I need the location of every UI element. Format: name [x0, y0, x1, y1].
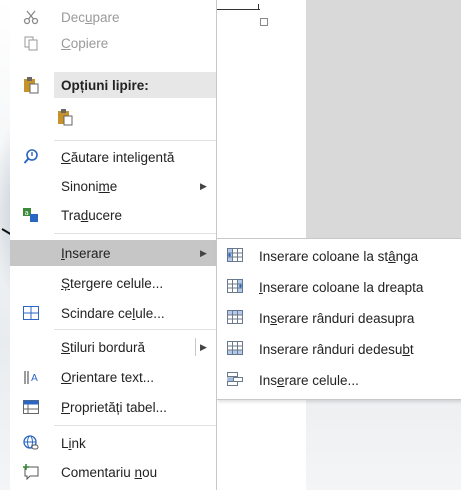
- split-button-divider: [195, 338, 196, 356]
- menu-item-smart-lookup[interactable]: Căutare inteligentă: [10, 144, 216, 170]
- scissors-icon: [22, 8, 40, 26]
- menu-item-link[interactable]: Link: [10, 430, 216, 456]
- menu-separator: [54, 233, 216, 234]
- translate-icon: a: [22, 206, 40, 224]
- insert-columns-left-icon: [227, 247, 245, 265]
- chevron-right-icon: ▶: [200, 247, 207, 258]
- insert-rows-below-icon: [227, 340, 245, 358]
- menu-item-table-properties[interactable]: Proprietăți tabel...: [10, 394, 216, 420]
- table-properties-icon: [22, 398, 40, 416]
- menu-item-label: Traducere: [61, 207, 123, 223]
- submenu-item-label: Inserare rânduri dedesubt: [259, 341, 414, 357]
- menu-separator: [54, 140, 216, 141]
- menu-item-label: Căutare inteligentă: [61, 149, 175, 165]
- menu-item-copy[interactable]: Copiere: [10, 30, 216, 56]
- insert-submenu: Inserare coloane la stânga Inserare colo…: [216, 238, 461, 400]
- menu-item-split-cells[interactable]: Scindare celule...: [10, 300, 216, 326]
- submenu-item-insert-columns-right[interactable]: Inserare coloane la dreapta: [217, 272, 461, 302]
- svg-text:A: A: [31, 373, 38, 384]
- menu-item-label: Sinonime: [61, 178, 118, 194]
- menu-item-delete-cells[interactable]: Ștergere celule...: [10, 270, 216, 296]
- menu-item-label: Ștergere celule...: [61, 275, 164, 291]
- table-border-line: [214, 9, 260, 10]
- menu-item-label: Copiere: [61, 35, 109, 51]
- submenu-item-insert-rows-above[interactable]: Inserare rânduri deasupra: [217, 303, 461, 333]
- menu-item-label: Decupare: [61, 9, 120, 25]
- insert-rows-above-icon: [227, 309, 245, 327]
- paste-keep-text-icon[interactable]: [56, 108, 74, 126]
- menu-item-synonyms[interactable]: Sinonime ▶: [10, 173, 216, 199]
- menu-item-insert[interactable]: Inserare ▶: [10, 240, 216, 266]
- table-border-tick: [258, 4, 259, 10]
- menu-item-new-comment[interactable]: Comentariu nou: [10, 459, 216, 485]
- menu-separator: [54, 329, 216, 330]
- menu-item-label: Proprietăți tabel...: [61, 399, 167, 415]
- table-resize-handle[interactable]: [260, 18, 268, 26]
- smart-lookup-icon: [22, 148, 40, 166]
- menu-item-border-styles[interactable]: Stiluri bordură ▶: [10, 334, 216, 360]
- submenu-item-label: Inserare celule...: [259, 372, 359, 388]
- copy-icon: [22, 34, 40, 52]
- svg-text:a: a: [25, 209, 29, 217]
- paste-options-header: Opțiuni lipire:: [54, 72, 216, 98]
- context-menu: Decupare Copiere Opțiuni lipire: Căutare…: [10, 0, 217, 490]
- text-direction-icon: A: [22, 368, 40, 386]
- chevron-right-icon: ▶: [200, 180, 207, 191]
- clipboard-icon: [22, 76, 40, 94]
- menu-item-label: Stiluri bordură: [61, 339, 146, 355]
- submenu-item-insert-rows-below[interactable]: Inserare rânduri dedesubt: [217, 334, 461, 364]
- new-comment-icon: [22, 463, 40, 481]
- chevron-right-icon[interactable]: ▶: [200, 342, 207, 353]
- menu-item-text-direction[interactable]: A Orientare text...: [10, 364, 216, 390]
- menu-item-translate[interactable]: a Traducere: [10, 202, 216, 228]
- submenu-item-label: Inserare coloane la stânga: [259, 248, 419, 264]
- submenu-item-insert-columns-left[interactable]: Inserare coloane la stânga: [217, 241, 461, 271]
- submenu-item-label: Inserare coloane la dreapta: [259, 279, 424, 295]
- menu-item-label: Comentariu nou: [61, 464, 158, 480]
- split-cells-icon: [22, 304, 40, 322]
- paste-keep-text-option[interactable]: [10, 104, 216, 130]
- gray-table-cell: [306, 0, 461, 242]
- menu-item-label: Scindare celule...: [61, 305, 165, 321]
- paste-options-label: Opțiuni lipire:: [61, 77, 149, 93]
- insert-columns-right-icon: [227, 278, 245, 296]
- menu-item-cut[interactable]: Decupare: [10, 4, 216, 30]
- menu-item-label: Orientare text...: [61, 369, 155, 385]
- submenu-item-insert-cells[interactable]: Inserare celule...: [217, 365, 461, 395]
- menu-item-label: Inserare: [61, 245, 111, 261]
- menu-separator: [54, 425, 216, 426]
- submenu-item-label: Inserare rânduri deasupra: [259, 310, 415, 326]
- link-globe-icon: [22, 434, 40, 452]
- insert-cells-icon: [227, 371, 245, 389]
- menu-item-label: Link: [61, 435, 86, 451]
